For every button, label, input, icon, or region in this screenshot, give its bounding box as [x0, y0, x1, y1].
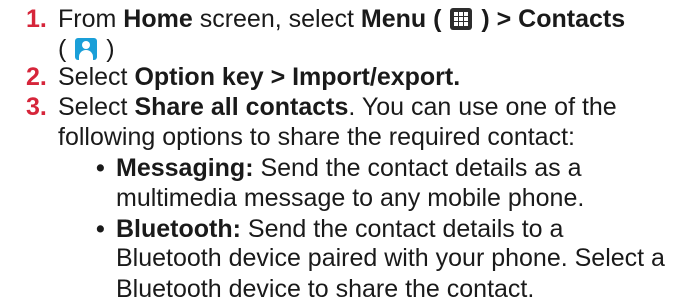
option-text: Send the contact details to a: [240, 215, 564, 243]
option-text: Send the contact details as a: [253, 154, 582, 182]
step-text: following options to share the required …: [58, 123, 575, 151]
option-key-label: Option key > Import/export.: [134, 63, 461, 91]
step-number: 1.: [26, 5, 47, 33]
option-text: Bluetooth device paired with your phone.…: [116, 244, 665, 272]
option-text: multimedia message to any mobile phone.: [116, 184, 585, 212]
step-text: From: [58, 5, 124, 33]
menu-label: Menu: [360, 5, 427, 33]
step-number: 2.: [26, 63, 47, 91]
contacts-icon: [75, 38, 98, 60]
contacts-label: ) > Contacts: [474, 5, 626, 33]
bluetooth-label: Bluetooth:: [116, 215, 241, 243]
step-text: Select: [58, 63, 135, 91]
bullet: •: [96, 215, 105, 243]
step-number: 3.: [26, 93, 47, 121]
step-text: screen, select: [192, 5, 361, 33]
share-all-contacts-label: Share all contacts: [134, 93, 349, 121]
step-text: . You can use one of the: [348, 93, 617, 121]
messaging-label: Messaging:: [116, 154, 254, 182]
instructions-document: 1. From Home screen, select Menu ( ) > C…: [0, 0, 676, 303]
step-text: ): [99, 35, 115, 63]
bullet: •: [96, 154, 105, 182]
step-text: (: [58, 35, 74, 63]
step-text: (: [426, 5, 449, 33]
home-label: Home: [123, 5, 193, 33]
step-text: Select: [58, 93, 135, 121]
option-text: Bluetooth device to share the contact.: [116, 275, 535, 303]
menu-grid-icon: [450, 8, 473, 30]
